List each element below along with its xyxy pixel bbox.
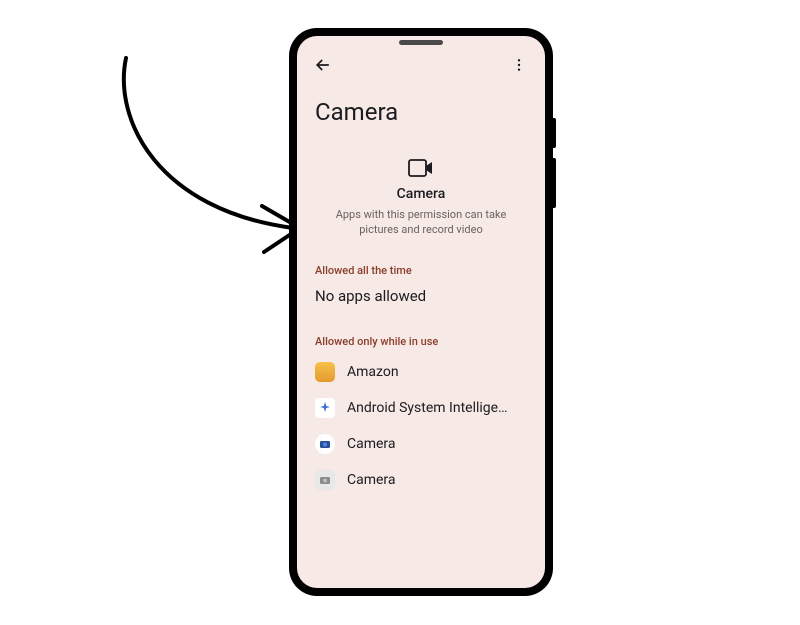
permission-label: Camera [297,186,545,202]
camera-icon [408,158,434,178]
camera-small-icon [319,438,331,450]
app-row-android-system-intelligence[interactable]: Android System Intellige… [297,390,545,426]
permission-icon-wrap [297,158,545,178]
app-name: Camera [347,472,527,488]
phone-speaker [399,40,443,45]
app-row-amazon[interactable]: Amazon [297,354,545,390]
permission-description: Apps with this permission can take pictu… [331,208,511,238]
back-button[interactable] [311,53,335,77]
section-header-allowed-all-time: Allowed all the time [297,238,545,283]
camera-small-icon [319,474,331,486]
app-name: Amazon [347,364,527,380]
more-vert-icon [511,57,527,73]
phone-frame: Camera Camera Apps with this permission … [289,28,553,596]
section-header-allowed-while-in-use: Allowed only while in use [297,309,545,354]
phone-side-button [553,158,556,208]
phone-side-button [553,118,556,148]
app-name: Camera [347,436,527,452]
arrow-back-icon [313,55,333,75]
amazon-app-icon [315,362,335,382]
no-apps-text: No apps allowed [297,283,545,309]
page-title: Camera [297,80,545,144]
screen: Camera Camera Apps with this permission … [297,36,545,588]
sparkle-icon [318,401,332,415]
app-row-camera[interactable]: Camera [297,426,545,462]
camera-app-icon [315,434,335,454]
camera-app-icon [315,470,335,490]
app-name: Android System Intellige… [347,400,527,416]
android-system-intelligence-app-icon [315,398,335,418]
app-row-camera[interactable]: Camera [297,462,545,498]
more-button[interactable] [507,53,531,77]
